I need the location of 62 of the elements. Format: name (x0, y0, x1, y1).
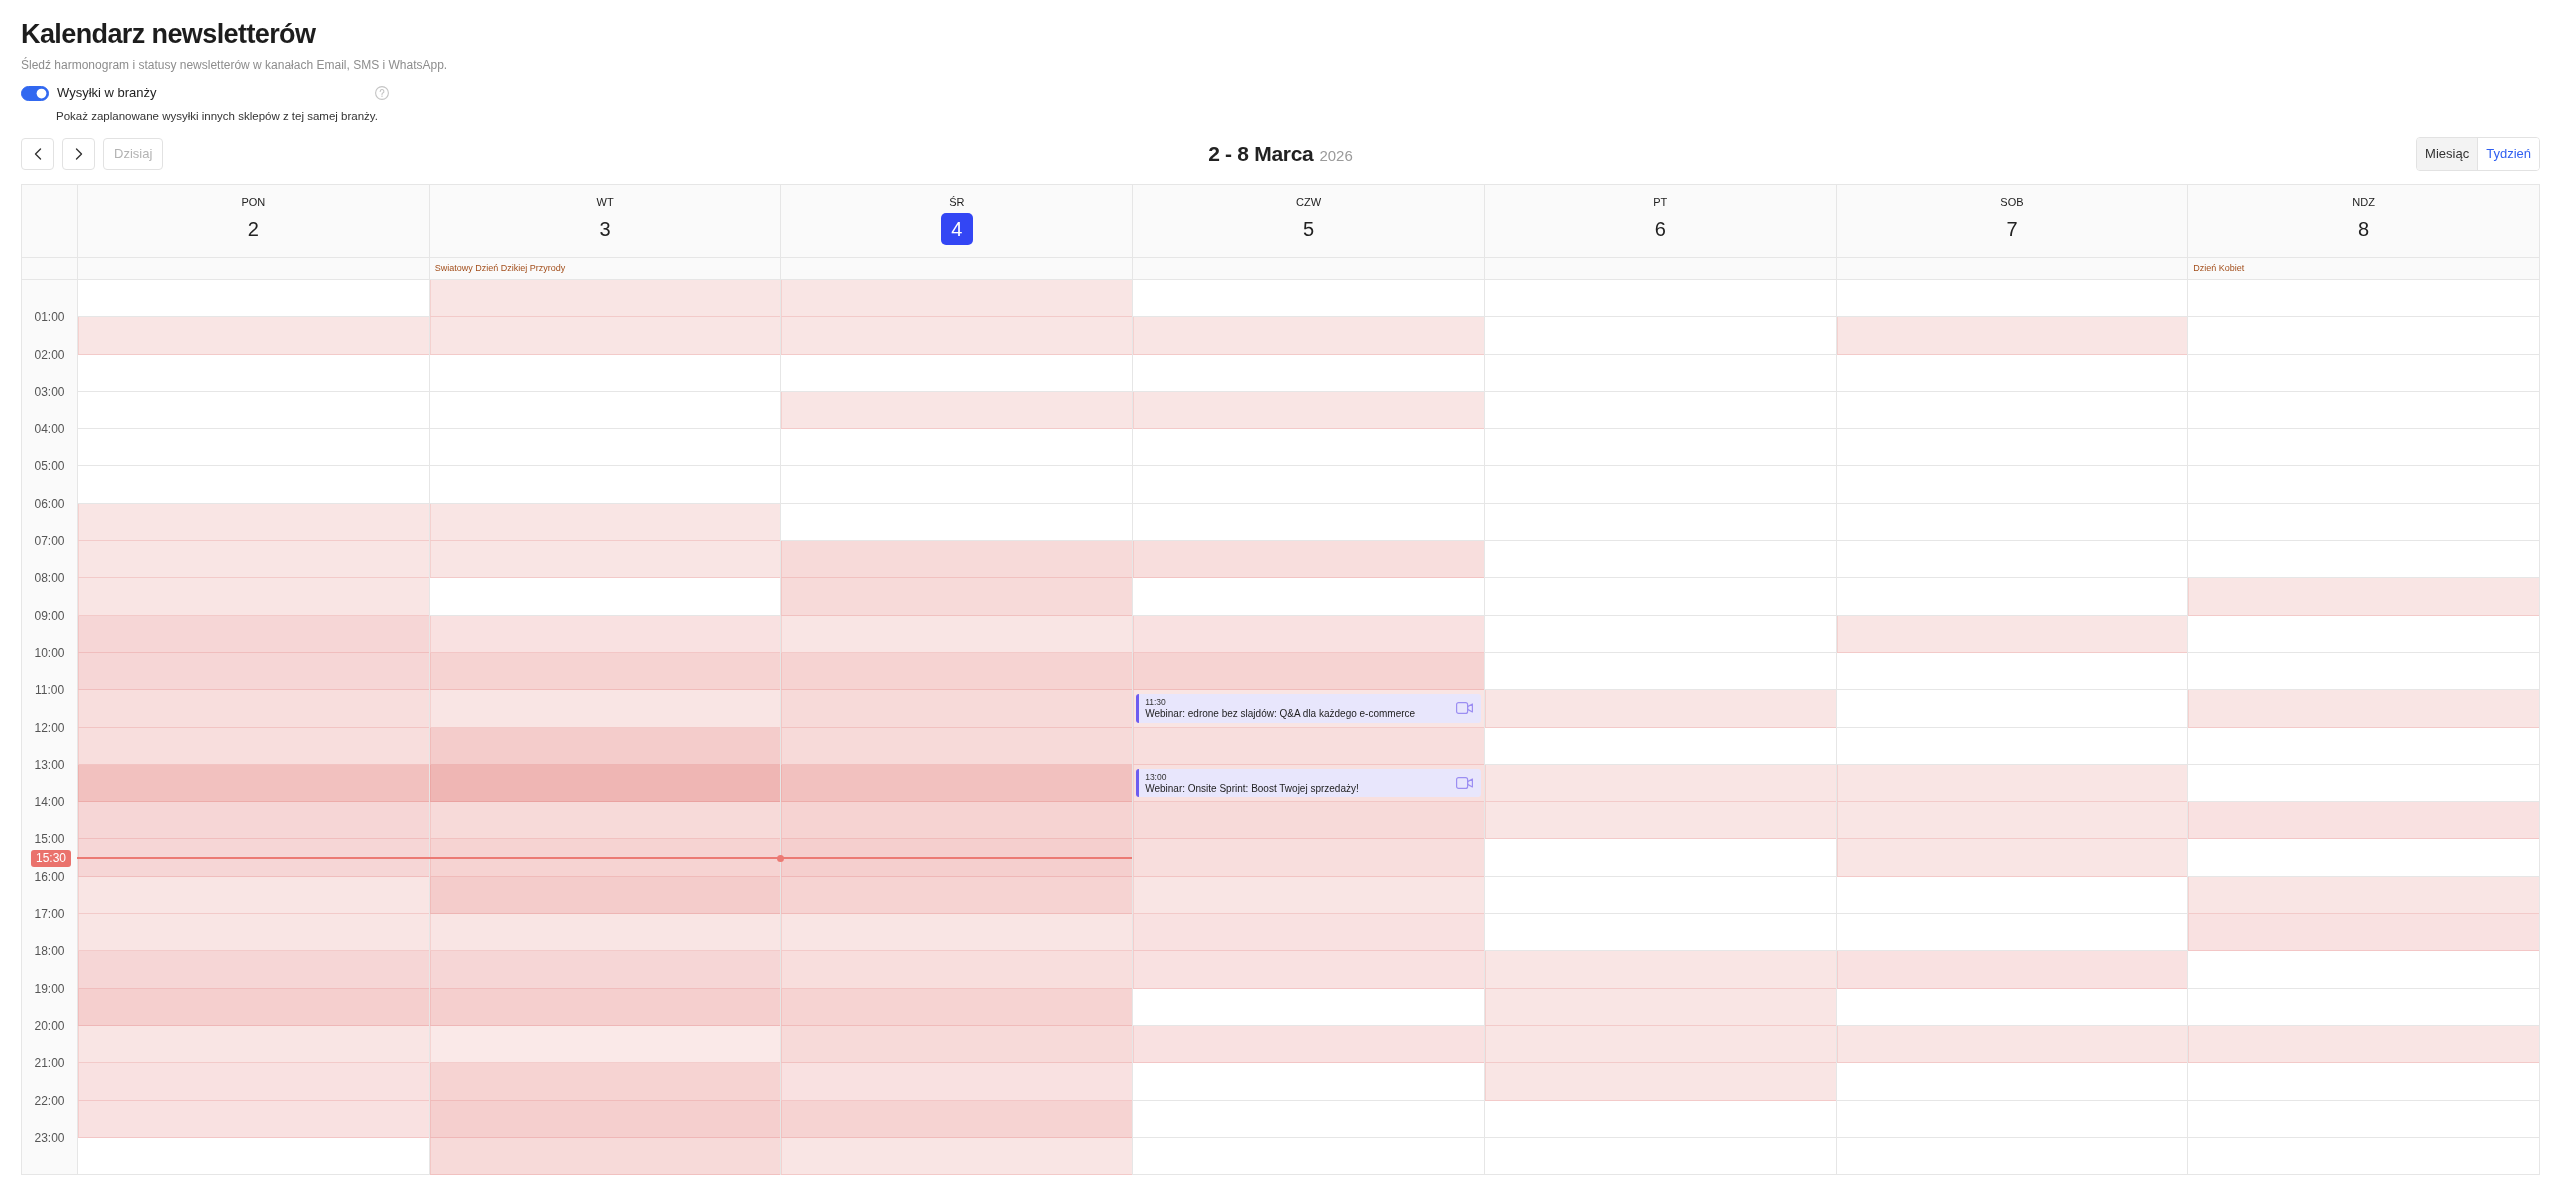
year-label: 2026 (1319, 146, 1353, 167)
weekday-label: PON (241, 195, 266, 209)
time-label: 04:00 (34, 422, 65, 437)
time-label: 15:00 (34, 832, 65, 847)
event-time: 11:30 (1145, 696, 1166, 707)
time-label: 21:00 (34, 1056, 65, 1071)
time-label: 01:00 (34, 310, 65, 325)
video-camera-icon (1455, 702, 1473, 715)
time-label: 07:00 (34, 534, 65, 549)
time-label: 09:00 (34, 608, 65, 623)
time-label: 20:00 (34, 1018, 65, 1033)
toggle-description: Pokaż zaplanowane wysyłki innych sklepów z tej samej branży. (56, 109, 378, 124)
event-card[interactable]: 11:30 Webinar: edrone bez slajdów: Q&A dla każdego e-commerce (1136, 694, 1481, 723)
toggle-label: Wysyłki w branży (57, 84, 157, 102)
day-number: 3 (598, 217, 612, 242)
time-label: 23:00 (34, 1130, 65, 1145)
current-time-dot-icon (777, 854, 785, 862)
industry-toggle[interactable] (21, 85, 49, 101)
day-number: 6 (1653, 217, 1667, 242)
time-label: 02:00 (34, 347, 65, 362)
time-label: 11:00 (34, 683, 65, 698)
time-label: 10:00 (34, 645, 65, 660)
holiday-label: Swiatowy Dzień Dzikiej Przyrody (434, 263, 566, 274)
weekday-label: CZW (1296, 195, 1322, 209)
chevron-left-icon (33, 148, 42, 160)
next-week-button[interactable] (62, 138, 95, 170)
time-label: 03:00 (34, 384, 65, 399)
time-label: 12:00 (34, 720, 65, 735)
today-date-badge: 4 (940, 213, 973, 245)
weekday-label: ŚR (949, 195, 965, 209)
time-label: 05:00 (34, 459, 65, 474)
video-camera-icon (1455, 777, 1473, 789)
page-subtitle: Śledź harmonogram i statusy newsletterów w kanałach Email, SMS i WhatsApp. (21, 56, 448, 74)
time-label: 22:00 (34, 1093, 65, 1108)
help-icon[interactable] (375, 86, 389, 100)
weekday-label: SOB (2000, 195, 2024, 209)
previous-week-button[interactable] (21, 138, 54, 170)
event-title: Webinar: Onsite Sprint: Boost Twojej sprzedaży! (1145, 781, 1359, 795)
holiday-label: Dzień Kobiet (2193, 263, 2245, 274)
event-card[interactable]: 13:00 Webinar: Onsite Sprint: Boost Twojej sprzedaży! (1136, 768, 1481, 798)
date-range-title: 2 - 8 Marca (1208, 141, 1314, 168)
page-title: Kalendarz newsletterów (21, 19, 316, 49)
chevron-right-icon (74, 148, 83, 160)
time-label: 14:00 (34, 795, 65, 810)
day-number: 8 (2357, 217, 2371, 242)
weekday-label: NDZ (2352, 195, 2375, 209)
time-label: 17:00 (34, 907, 65, 922)
event-time: 13:00 (1145, 771, 1167, 782)
weekday-label: PT (1653, 195, 1668, 209)
weekday-label: WT (596, 195, 614, 209)
time-label: 08:00 (34, 571, 65, 586)
time-label: 13:00 (34, 757, 65, 772)
day-number: 5 (1301, 217, 1316, 242)
event-title: Webinar: edrone bez slajdów: Q&A dla każdego e-commerce (1145, 706, 1416, 720)
time-label: 18:00 (34, 944, 65, 959)
day-number: 7 (2005, 217, 2019, 242)
view-tab[interactable]: Miesiąc (2417, 138, 2478, 170)
time-label: 06:00 (34, 496, 65, 511)
time-label: 16:00 (34, 869, 65, 884)
time-label: 19:00 (34, 981, 65, 996)
view-tab[interactable]: Tydzień (2477, 138, 2539, 170)
day-number: 2 (246, 217, 260, 242)
